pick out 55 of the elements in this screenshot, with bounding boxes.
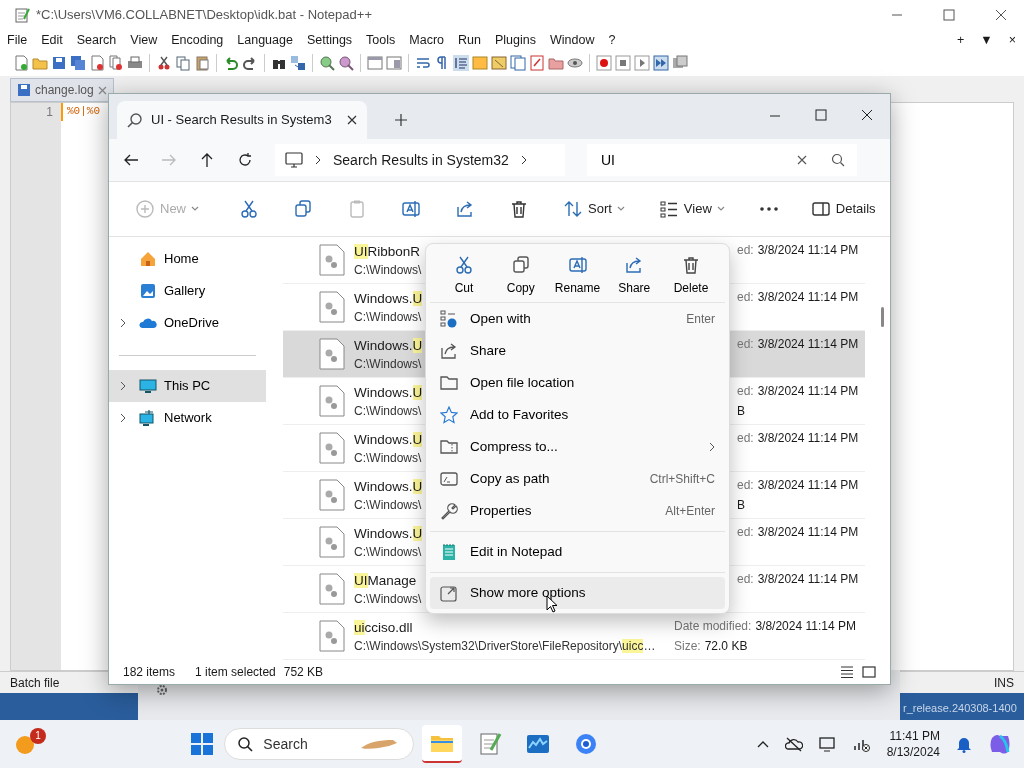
file-name: Windows.U (354, 336, 423, 355)
label-fragment: ed: (737, 477, 754, 494)
label-fragment: ed: (737, 430, 754, 447)
file-path: C:\Windows\ (354, 308, 422, 326)
date-modified: 3/8/2024 11:14 PM (757, 571, 859, 588)
date-modified: 3/8/2024 11:14 PM (757, 336, 859, 353)
file-path: C:\Windows\ (354, 590, 422, 608)
date-modified: 3/8/2024 11:14 PM (755, 618, 856, 635)
date-modified: 3/8/2024 11:14 PM (757, 383, 859, 400)
desktop-build-text: r_release.240308-1400 (903, 701, 1017, 716)
file-name: UIRibbonR (354, 242, 421, 261)
date-modified: 3/8/2024 11:14 PM (757, 430, 859, 447)
label-fragment: ed: (737, 289, 754, 306)
file-path: C:\Windows\ (354, 449, 422, 467)
label-fragment: ed: (737, 383, 754, 400)
shortcut-text: Alt+Enter (665, 503, 715, 520)
date-modified: 3/8/2024 11:14 PM (757, 242, 859, 259)
size-fragment: B (737, 498, 745, 512)
label-fragment: ed: (737, 242, 754, 259)
file-path: C:\Windows\System32\DriverStore\FileRepository\uicc… (354, 637, 656, 655)
tab-title: UI - Search Results in System3 (151, 111, 333, 130)
file-type-label: Batch file (10, 674, 60, 692)
shortcut-text: Ctrl+Shift+C (649, 471, 715, 488)
breadcrumb-item: Search Results in System32 (333, 150, 509, 170)
file-size: 72.0 KB (704, 638, 748, 655)
label-fragment: ed: (737, 336, 754, 353)
file-name: uicciso.dll (354, 618, 413, 637)
shortcut-text: Enter (686, 311, 715, 328)
code-line: %0|%0 (67, 105, 100, 117)
file-path: C:\Windows\ (354, 543, 422, 561)
file-path: C:\Windows\ (354, 261, 422, 279)
size-fragment: B (737, 404, 745, 418)
line-number: 1 (46, 105, 53, 119)
file-path: C:\Windows\ (354, 496, 422, 514)
file-name: Windows.U (354, 477, 423, 496)
label-fragment: ed: (737, 524, 754, 541)
file-name: Windows.U (354, 524, 423, 543)
item-count: 182 items (123, 664, 176, 681)
date-modified: 3/8/2024 11:14 PM (757, 289, 859, 306)
date-label: Date modified: (674, 618, 752, 635)
size-label: Size: (674, 638, 701, 655)
tab-label: change.log (35, 82, 94, 99)
file-name: UIManage (354, 571, 417, 590)
file-name: Windows.U (354, 383, 423, 402)
selection-count: 1 item selected (195, 664, 276, 681)
date-modified: 3/8/2024 11:14 PM (757, 524, 859, 541)
file-name: Windows.U (354, 289, 423, 308)
file-name: Windows.U (354, 430, 423, 449)
file-path: C:\Windows\ (354, 355, 422, 373)
label-fragment: ed: (737, 571, 754, 588)
file-path: C:\Windows\ (354, 402, 422, 420)
insert-mode-label: INS (994, 674, 1014, 692)
selection-size: 752 KB (283, 664, 324, 681)
window-title: *C:\Users\VM6.COLLABNET\Desktop\idk.bat - Notepad++ (36, 6, 372, 25)
date-modified: 3/8/2024 11:14 PM (757, 477, 859, 494)
